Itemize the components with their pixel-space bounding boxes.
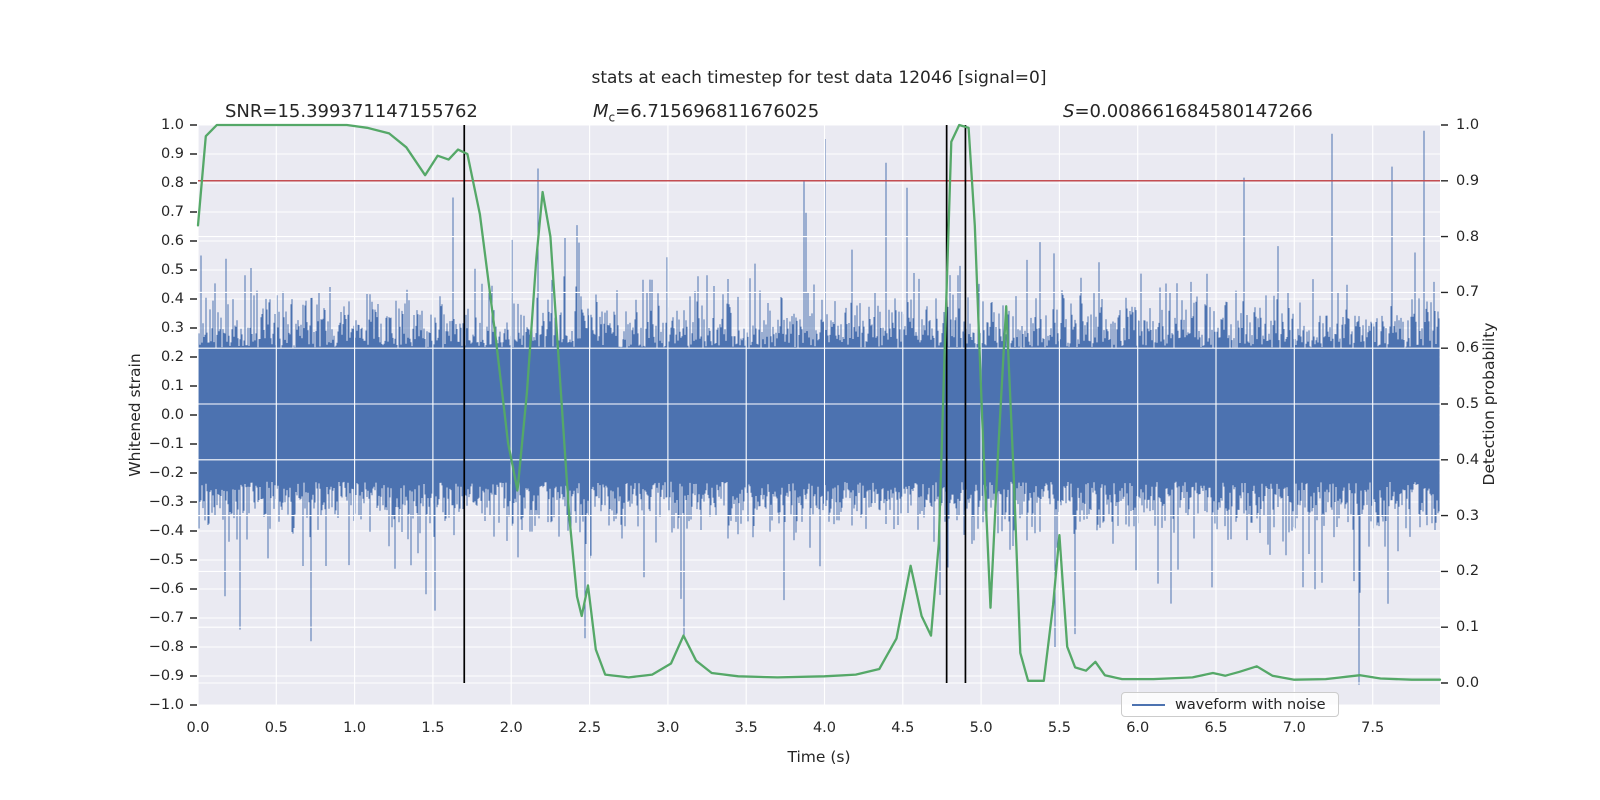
x-tick-label: 7.0: [1282, 720, 1306, 736]
y-left-tick-label: 0.3: [160, 320, 184, 336]
y-left-tick-label: 0.2: [160, 349, 184, 365]
y-left-tick-label: 0.6: [160, 233, 184, 249]
x-tick-label: 7.5: [1361, 720, 1385, 736]
y-left-tick-label: −0.5: [148, 552, 184, 568]
y-left-tick-label: −0.8: [148, 639, 184, 655]
legend-item-label: waveform with noise: [1175, 696, 1326, 713]
y-left-tick-label: −0.2: [148, 465, 184, 481]
y-right-tick-label: 1.0: [1456, 117, 1480, 133]
mc-variable: M: [593, 101, 609, 122]
x-tick-label: 2.5: [578, 720, 602, 736]
x-tick-label: 4.0: [812, 720, 836, 736]
y-right-tick-label: 0.5: [1456, 396, 1480, 412]
x-tick-label: 0.5: [264, 720, 288, 736]
y-right-tick-label: 0.8: [1456, 228, 1480, 245]
y-left-tick-label: −0.4: [148, 523, 184, 539]
s-value: =0.008661684580147266: [1074, 101, 1313, 122]
y-left-tick-label: 0.7: [160, 204, 184, 220]
x-tick-label: 5.0: [969, 720, 993, 736]
figure: stats at each timestep for test data 120…: [0, 0, 1600, 800]
y-left-tick-label: 0.9: [160, 146, 184, 162]
y-left-tick-label: −0.9: [148, 668, 184, 684]
y-right-tick-label: 0.4: [1456, 451, 1480, 468]
y-left-tick-label: −0.6: [148, 581, 184, 597]
y-left-tick-label: 0.8: [160, 175, 184, 191]
snr-annotation: SNR=15.399371147155762: [225, 101, 478, 122]
y-left-tick-label: 1.0: [160, 117, 184, 133]
x-tick-label: 0.0: [186, 720, 210, 736]
y-left-tick-label: 0.1: [160, 378, 184, 394]
mc-value: =6.715696811676025: [615, 101, 820, 122]
y-right-tick-label: 0.2: [1456, 563, 1480, 580]
y-right-tick-label: 0.3: [1456, 507, 1480, 524]
plot-title: stats at each timestep for test data 120…: [591, 68, 1047, 88]
x-tick-label: 6.0: [1126, 720, 1150, 736]
x-tick-label: 6.5: [1204, 720, 1228, 736]
y-right-tick-label: 0.0: [1456, 675, 1480, 691]
y-left-tick-label: 0.0: [160, 407, 184, 423]
y-left-tick-label: 0.4: [160, 291, 184, 307]
x-tick-label: 3.0: [656, 720, 680, 736]
x-tick-label: 2.0: [499, 720, 523, 736]
y-right-tick-label: 0.6: [1456, 340, 1480, 357]
y-left-tick-label: −1.0: [148, 697, 184, 713]
x-tick-label: 3.5: [734, 720, 758, 736]
x-tick-label: 1.5: [421, 720, 445, 736]
x-tick-label: 4.5: [891, 720, 915, 736]
y-left-tick-label: −0.7: [148, 610, 184, 626]
y-left-tick-label: −0.3: [148, 494, 184, 510]
legend: waveform with noise: [1121, 692, 1339, 717]
s-stat-annotation: S=0.008661684580147266: [1063, 101, 1313, 122]
y-right-tick-label: 0.9: [1456, 172, 1480, 189]
x-axis-label: Time (s): [787, 748, 851, 766]
x-tick-label: 5.5: [1047, 720, 1071, 736]
x-tick-label: 1.0: [343, 720, 367, 736]
legend-line-sample: [1132, 703, 1165, 706]
s-variable: S: [1063, 101, 1075, 122]
chirp-mass-annotation: Mc=6.715696811676025: [593, 101, 819, 125]
y-right-tick-label: 0.7: [1456, 284, 1480, 301]
y-right-tick-label: 0.1: [1456, 619, 1480, 636]
y-left-tick-label: −0.1: [148, 436, 184, 452]
y-left-tick-label: 0.5: [160, 262, 184, 278]
